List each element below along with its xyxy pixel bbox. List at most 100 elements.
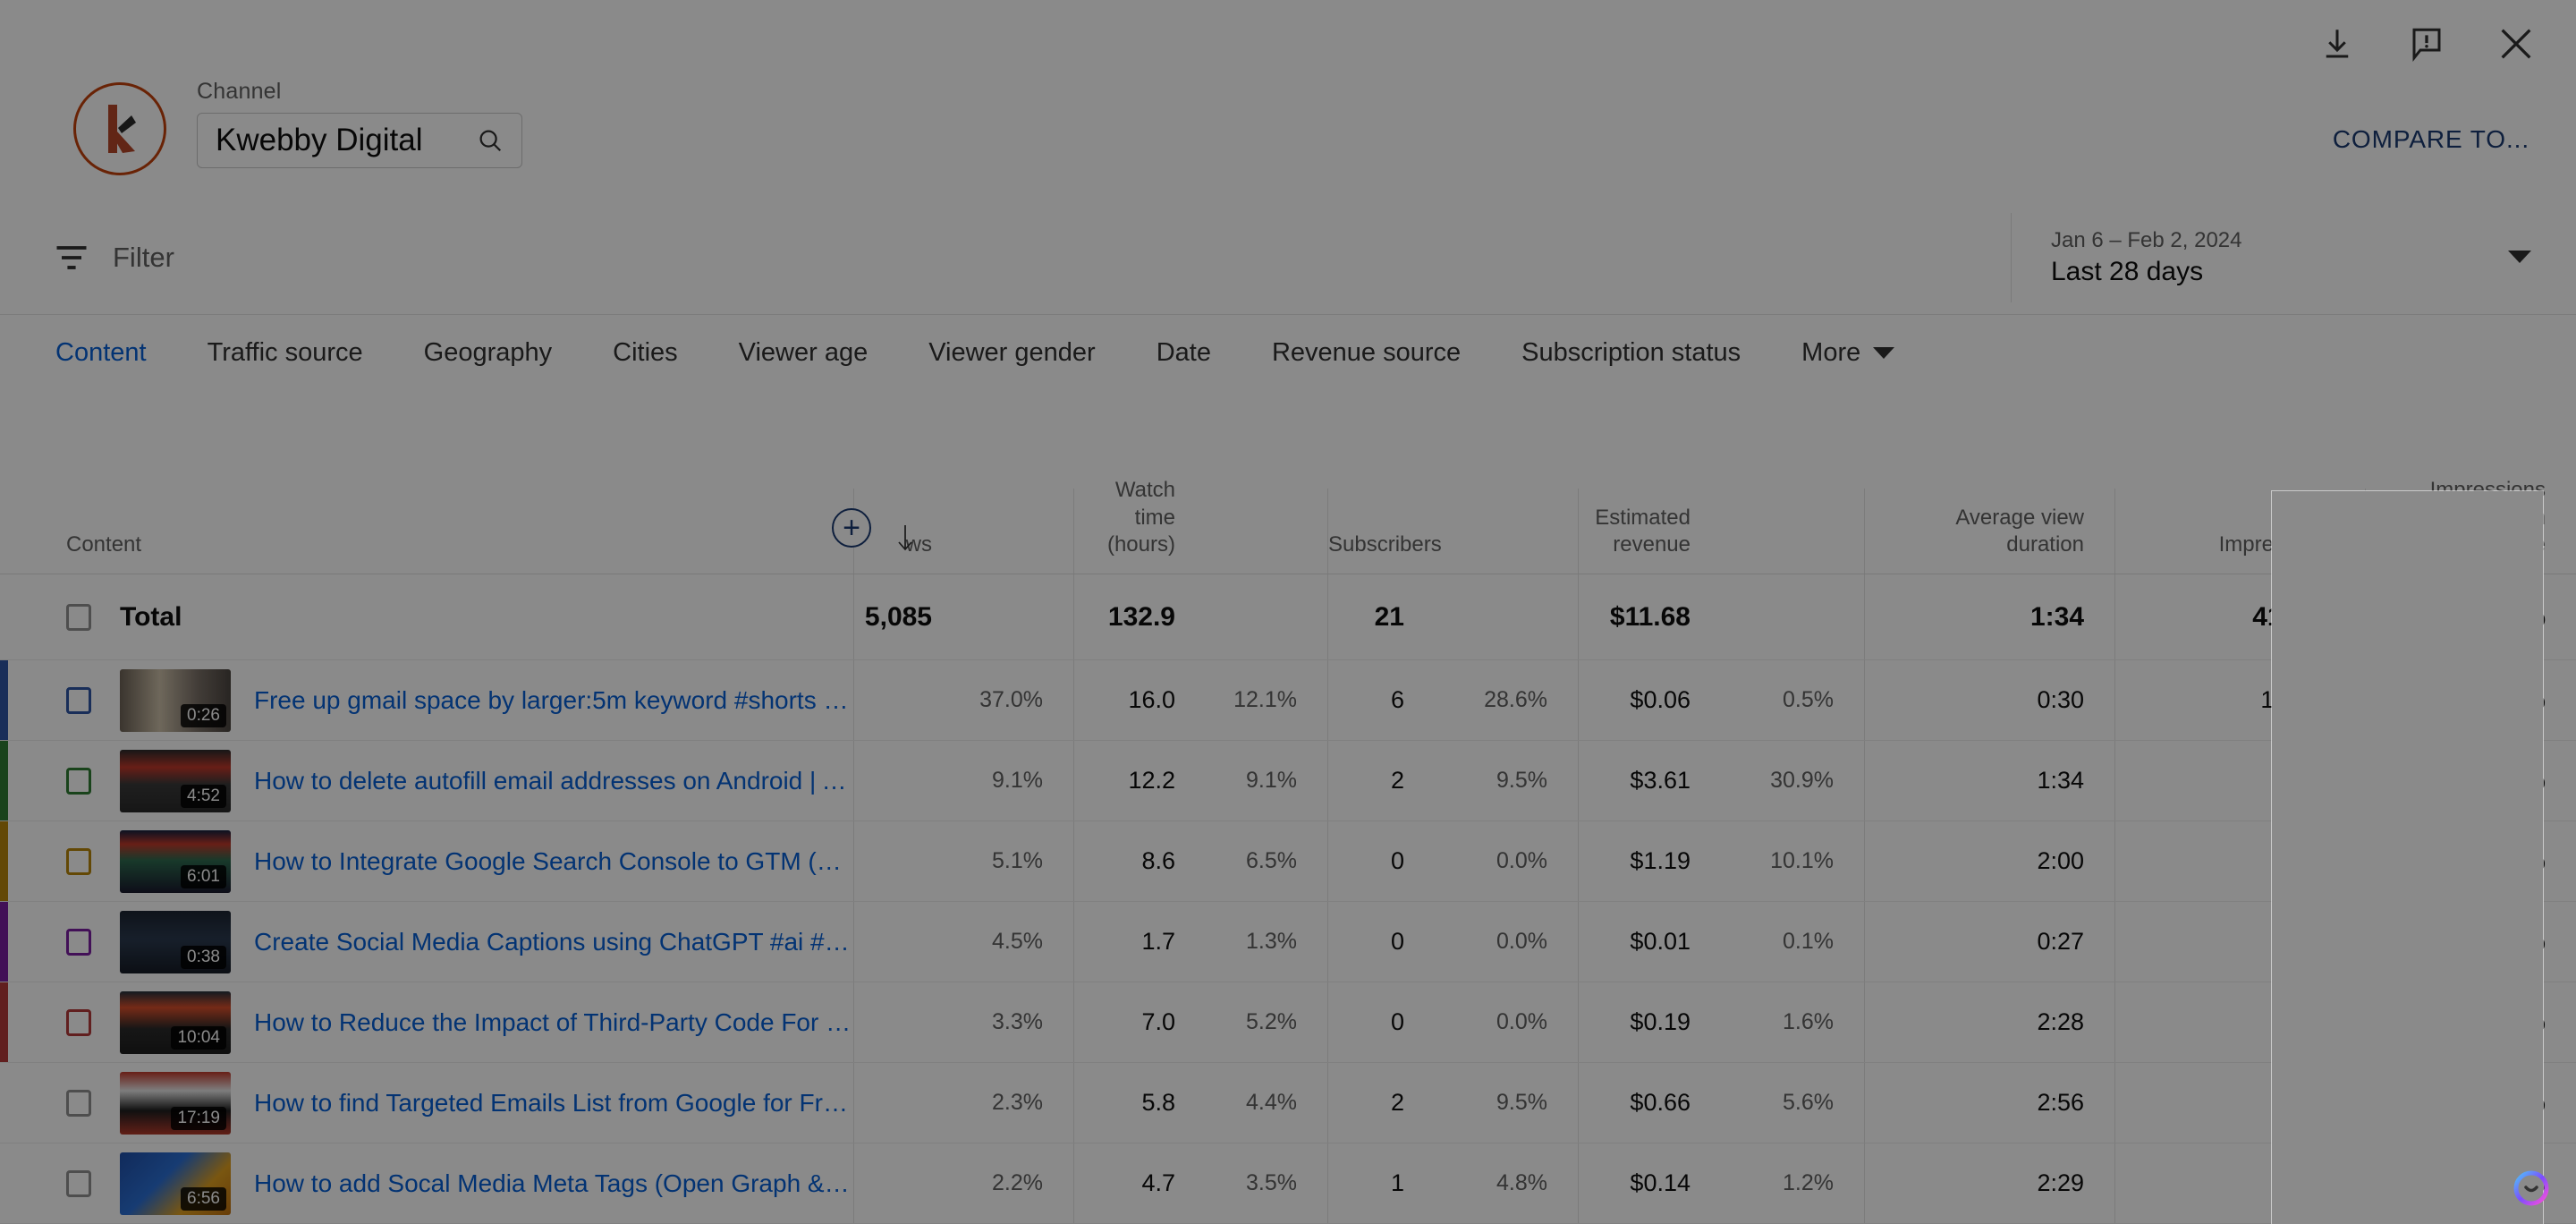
row-revenue-pct: 30.9% <box>1770 768 1834 793</box>
row-average-view-duration: 2:56 <box>1864 1063 2114 1143</box>
row-watch-pct: 5.2% <box>1246 1009 1297 1034</box>
video-duration: 6:01 <box>181 864 226 888</box>
video-title-link[interactable]: How to find Targeted Emails List from Go… <box>254 1089 853 1118</box>
table-row[interactable]: 0:38 Create Social Media Captions using C… <box>0 902 2576 982</box>
chevron-down-icon[interactable] <box>2508 251 2531 263</box>
video-thumbnail[interactable]: 0:38 <box>120 910 231 973</box>
row-checkbox[interactable] <box>66 767 91 795</box>
row-checkbox[interactable] <box>66 1089 91 1117</box>
row-content-cell: 4:52 How to delete autofill email address… <box>0 741 853 820</box>
tab-traffic-source[interactable]: Traffic source <box>208 338 363 371</box>
video-thumbnail[interactable]: 0:26 <box>120 668 231 732</box>
tab-revenue-source[interactable]: Revenue source <box>1272 338 1461 371</box>
total-views: 5,085 <box>853 574 962 659</box>
video-title-link[interactable]: Create Social Media Captions using ChatG… <box>254 928 853 956</box>
table-row[interactable]: 6:56 How to add Socal Media Meta Tags (Op… <box>0 1143 2576 1224</box>
add-column-button[interactable]: + <box>832 508 871 548</box>
video-thumbnail[interactable]: 4:52 <box>120 749 231 812</box>
table-row[interactable]: 17:19 How to find Targeted Emails List fr… <box>0 1063 2576 1143</box>
channel-search-box[interactable]: Kwebby Digital <box>197 113 522 168</box>
tab-viewer-age[interactable]: Viewer age <box>739 338 869 371</box>
select-all-checkbox[interactable] <box>66 603 91 631</box>
video-title-link[interactable]: How to add Socal Media Meta Tags (Open G… <box>254 1169 853 1198</box>
row-watch-time: 7.0 <box>1073 982 1206 1062</box>
row-checkbox[interactable] <box>66 847 91 875</box>
row-subscribers: 6 <box>1327 660 1435 740</box>
feedback-icon[interactable] <box>2402 20 2451 68</box>
video-title-link[interactable]: How to delete autofill email addresses o… <box>254 767 853 795</box>
sort-descending-arrow-icon[interactable] <box>894 523 916 554</box>
tab-content[interactable]: Content <box>47 338 156 396</box>
table-row[interactable]: 10:04 How to Reduce the Impact of Third-P… <box>0 982 2576 1063</box>
row-subscribers: 0 <box>1327 902 1435 982</box>
compare-to-button[interactable]: COMPARE TO... <box>2333 125 2529 154</box>
row-average-view-duration: 2:29 <box>1864 1143 2114 1223</box>
video-thumbnail[interactable]: 10:04 <box>120 990 231 1054</box>
row-checkbox[interactable] <box>66 928 91 956</box>
row-views <box>853 1143 962 1223</box>
row-subscribers-pct: 0.0% <box>1496 848 1547 873</box>
search-icon[interactable] <box>477 127 504 154</box>
table-row[interactable]: 4:52 How to delete autofill email address… <box>0 741 2576 821</box>
date-range-dates: Jan 6 – Feb 2, 2024 <box>2051 228 2242 252</box>
chart-axis-strip: 0 Jan 6, 2024Jan 11, 2024Jan 15, 2024Jan… <box>0 374 2576 489</box>
video-duration: 0:26 <box>181 703 226 727</box>
video-duration: 17:19 <box>171 1106 226 1130</box>
video-thumbnail[interactable]: 17:19 <box>120 1071 231 1135</box>
row-views-pct: 3.3% <box>992 1009 1043 1034</box>
column-header-content[interactable]: Content <box>0 489 853 574</box>
row-subscribers: 0 <box>1327 821 1435 901</box>
row-content-cell: 10:04 How to Reduce the Impact of Third-P… <box>0 982 853 1062</box>
row-estimated-revenue: $0.14 <box>1578 1143 1721 1223</box>
row-watch-time: 5.8 <box>1073 1063 1206 1143</box>
video-thumbnail[interactable]: 6:01 <box>120 829 231 893</box>
row-watch-pct: 3.5% <box>1246 1170 1297 1195</box>
gemini-assistant-icon[interactable] <box>2506 1163 2556 1213</box>
table-header-row: Content ws Watch time (hours) Subscriber… <box>0 478 2576 574</box>
tab-viewer-gender[interactable]: Viewer gender <box>928 338 1095 371</box>
tab-more[interactable]: More <box>1801 338 1895 371</box>
tab-subscription-status[interactable]: Subscription status <box>1521 338 1741 371</box>
total-average-view-duration: 1:34 <box>1864 574 2114 659</box>
tab-geography[interactable]: Geography <box>424 338 553 371</box>
row-checkbox[interactable] <box>66 1169 91 1197</box>
watch-time-line1: Watch time <box>1114 477 1175 530</box>
row-content-cell: 0:26 Free up gmail space by larger:5m key… <box>0 660 853 740</box>
video-duration: 10:04 <box>171 1025 226 1050</box>
total-label: Total <box>120 601 182 632</box>
column-header-views-pct <box>962 489 1073 574</box>
row-estimated-revenue: $0.01 <box>1578 902 1721 982</box>
filter-input[interactable]: Filter <box>113 242 174 274</box>
row-checkbox[interactable] <box>66 1008 91 1036</box>
header-actions <box>2313 20 2540 68</box>
column-header-subscribers[interactable]: Subscribers <box>1327 489 1442 574</box>
row-subscribers: 1 <box>1327 1143 1435 1223</box>
filter-icon[interactable] <box>52 238 91 277</box>
total-subscribers: 21 <box>1327 574 1435 659</box>
column-header-average-view-duration[interactable]: Average view duration <box>1864 489 2114 574</box>
row-subscribers-pct: 0.0% <box>1496 1009 1547 1034</box>
column-header-watch-time[interactable]: Watch time (hours) <box>1073 478 1206 574</box>
table-body: 0:26 Free up gmail space by larger:5m key… <box>0 660 2576 1224</box>
column-header-estimated-revenue[interactable]: Estimated revenue <box>1578 489 1721 574</box>
row-subscribers: 0 <box>1327 982 1435 1062</box>
table-row[interactable]: 0:26 Free up gmail space by larger:5m key… <box>0 660 2576 741</box>
total-views-pct <box>962 574 1073 659</box>
video-title-link[interactable]: Free up gmail space by larger:5m keyword… <box>254 686 853 715</box>
chevron-down-icon[interactable] <box>1873 346 1895 359</box>
date-range-selector[interactable]: Jan 6 – Feb 2, 2024 Last 28 days <box>2011 213 2576 302</box>
row-views-pct: 9.1% <box>992 768 1043 793</box>
total-content-cell: Total <box>0 574 853 659</box>
table-row[interactable]: 6:01 How to Integrate Google Search Conso… <box>0 821 2576 902</box>
tab-date[interactable]: Date <box>1157 338 1211 371</box>
download-icon[interactable] <box>2313 20 2361 68</box>
tab-cities[interactable]: Cities <box>613 338 678 371</box>
video-title-link[interactable]: How to Reduce the Impact of Third-Party … <box>254 1008 853 1037</box>
row-content-cell: 6:01 How to Integrate Google Search Conso… <box>0 821 853 901</box>
video-title-link[interactable]: How to Integrate Google Search Console t… <box>254 847 853 876</box>
row-checkbox[interactable] <box>66 686 91 714</box>
close-icon[interactable] <box>2492 20 2540 68</box>
video-thumbnail[interactable]: 6:56 <box>120 1152 231 1215</box>
row-watch-time: 12.2 <box>1073 741 1206 820</box>
row-watch-time: 16.0 <box>1073 660 1206 740</box>
